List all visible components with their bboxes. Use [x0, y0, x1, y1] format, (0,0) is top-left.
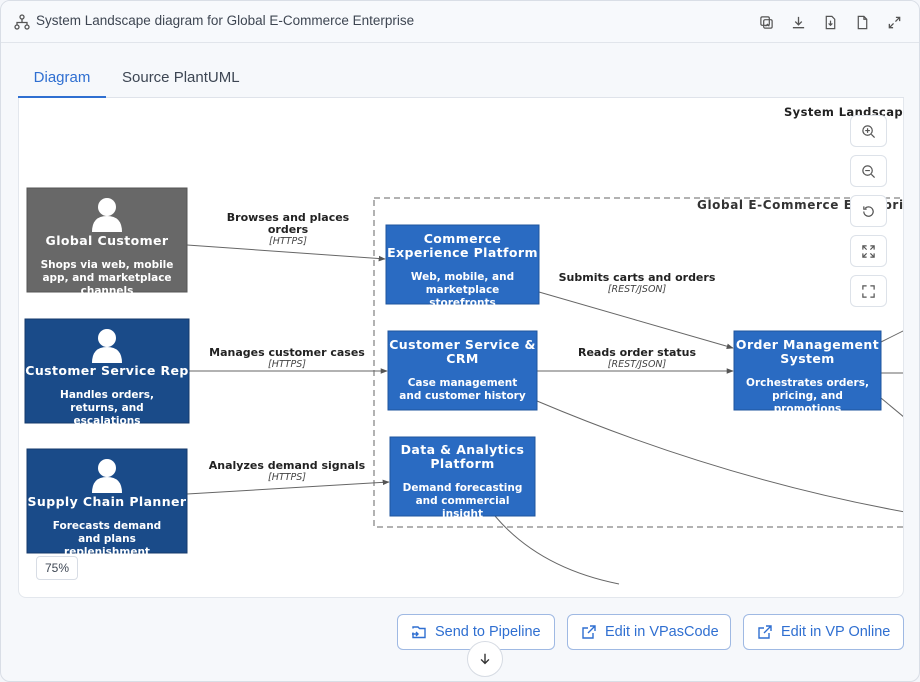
relation-tech: [HTTPS]: [269, 236, 307, 247]
person-description: Forecasts demand and plans replenishment: [52, 520, 162, 558]
system-name-line2: Platform: [430, 456, 495, 471]
system-name-line1: Commerce: [423, 231, 502, 246]
system-name-line1: Customer Service &: [389, 337, 536, 352]
edit-in-vp-online-label: Edit in VP Online: [781, 624, 891, 640]
document-button[interactable]: [852, 12, 872, 32]
relation-line-oms-right-2: [880, 330, 903, 343]
zoom-out-icon: [862, 164, 876, 178]
window-title: System Landscape diagram for Global E-Co…: [36, 13, 415, 28]
external-link-icon: [582, 625, 596, 639]
system-data-analytics: Data & Analytics Platform Demand forecas…: [390, 443, 535, 521]
download-button[interactable]: [788, 12, 808, 32]
hierarchy-icon: [14, 14, 30, 30]
zoom-out-button[interactable]: [850, 155, 887, 187]
expand-icon: [888, 16, 900, 28]
arrow-down-icon: [480, 653, 490, 665]
relation-line-oms-right-3: [880, 397, 903, 417]
relation-tech: [REST/JSON]: [607, 284, 667, 295]
diagram-canvas[interactable]: System Landscape d Global E-Commerce Ent…: [18, 98, 904, 598]
pipeline-icon: [412, 626, 426, 639]
zoom-in-button[interactable]: [850, 115, 887, 147]
person-supply-chain-planner: Supply Chain Planner Forecasts demand an…: [27, 495, 187, 559]
relation-text: Reads order status: [577, 346, 697, 359]
system-name-line2: System: [780, 351, 835, 366]
fullscreen-icon: [862, 284, 875, 298]
zoom-level-badge: 75%: [36, 556, 78, 580]
title-bar: System Landscape diagram for Global E-Co…: [1, 1, 919, 43]
edit-in-vp-online-button[interactable]: Edit in VP Online: [743, 614, 904, 650]
fit-to-screen-button[interactable]: [850, 235, 887, 267]
document-icon: [857, 15, 867, 29]
edit-in-vpascode-button[interactable]: Edit in VPasCode: [567, 614, 731, 650]
person-description: Handles orders, returns, and escalations: [60, 389, 154, 427]
relation-label-submits: Submits carts and orders [REST/JSON]: [557, 272, 717, 296]
relation-text: orders: [267, 223, 309, 236]
person-name: Supply Chain Planner: [27, 494, 187, 509]
person-name: Global Customer: [45, 233, 169, 248]
tab-source-plantuml[interactable]: Source PlantUML: [122, 61, 240, 98]
relation-tech: [HTTPS]: [268, 359, 306, 370]
send-to-pipeline-label: Send to Pipeline: [435, 624, 541, 640]
tab-diagram[interactable]: Diagram: [18, 61, 106, 98]
download-icon: [792, 16, 804, 28]
system-name-line2: Experience Platform: [387, 245, 538, 260]
zoom-in-icon: [862, 124, 876, 138]
relation-line-data-offscreen: [494, 515, 620, 585]
system-description: Orchestrates orders, pricing, and promot…: [746, 377, 869, 415]
relation-label-browses: Browses and places orders [HTTPS]: [218, 212, 358, 248]
expand-button[interactable]: [884, 12, 904, 32]
relation-label-manages: Manages customer cases [HTTPS]: [207, 347, 367, 371]
relation-text: Submits carts and orders: [558, 271, 716, 284]
copy-image-icon: [759, 15, 773, 29]
relation-tech: [REST/JSON]: [607, 359, 667, 370]
reset-icon: [863, 205, 874, 217]
relation-label-analyzes: Analyzes demand signals [HTTPS]: [207, 460, 367, 484]
relation-text: Analyzes demand signals: [208, 459, 366, 472]
relation-line-submits: [538, 291, 734, 349]
fullscreen-button[interactable]: [850, 275, 887, 307]
relation-line-crm-offscreen: [536, 400, 903, 513]
system-name-line1: Data & Analytics: [400, 442, 525, 457]
external-link-icon: [758, 625, 772, 639]
system-name-line2: CRM: [446, 351, 479, 366]
person-global-customer: Global Customer Shops via web, mobile ap…: [27, 234, 187, 298]
scroll-down-button[interactable]: [467, 641, 503, 677]
person-name: Customer Service Rep: [25, 363, 189, 378]
relation-text: Manages customer cases: [209, 346, 365, 359]
view-tabs: Diagram Source PlantUML: [18, 61, 904, 98]
system-description: Demand forecasting and commercial insigh…: [402, 482, 523, 520]
export-file-icon: [825, 15, 835, 29]
system-description: Web, mobile, and marketplace storefronts: [410, 271, 515, 309]
relation-label-reads: Reads order status [REST/JSON]: [557, 347, 717, 371]
system-order-management: Order Management System Orchestrates ord…: [734, 338, 881, 416]
fit-icon: [862, 244, 875, 258]
relation-tech: [HTTPS]: [268, 472, 306, 483]
person-description: Shops via web, mobile app, and marketpla…: [40, 259, 174, 297]
edit-in-vpascode-label: Edit in VPasCode: [605, 624, 719, 640]
app-window: System Landscape diagram for Global E-Co…: [0, 0, 920, 682]
system-customer-service-crm: Customer Service & CRM Case management a…: [388, 338, 537, 403]
export-file-button[interactable]: [820, 12, 840, 32]
system-name-line1: Order Management: [735, 337, 880, 352]
copy-image-button[interactable]: [756, 12, 776, 32]
system-commerce-experience: Commerce Experience Platform Web, mobile…: [386, 232, 539, 310]
person-customer-service-rep: Customer Service Rep Handles orders, ret…: [25, 364, 189, 428]
system-description: Case management and customer history: [399, 377, 526, 402]
reset-zoom-button[interactable]: [850, 195, 887, 227]
